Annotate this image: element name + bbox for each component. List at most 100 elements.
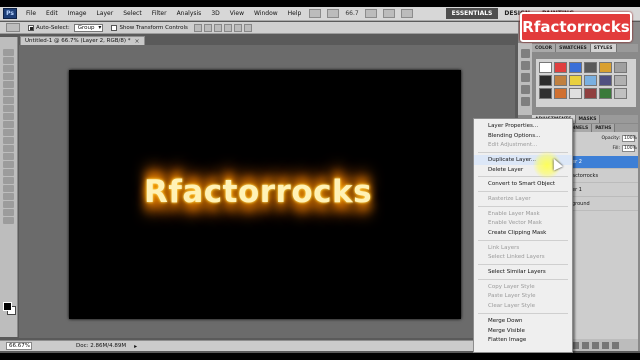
menu-analysis[interactable]: Analysis bbox=[172, 10, 207, 17]
fill-field[interactable]: 100% bbox=[622, 145, 637, 152]
delete-layer-icon[interactable] bbox=[611, 341, 619, 349]
style-swatch[interactable] bbox=[539, 75, 552, 86]
menu-layer[interactable]: Layer bbox=[91, 10, 118, 17]
style-swatch[interactable] bbox=[554, 88, 567, 99]
style-swatch[interactable] bbox=[539, 62, 552, 73]
actions-panel-icon[interactable] bbox=[520, 61, 530, 70]
auto-select-checkbox[interactable] bbox=[28, 24, 34, 31]
menu-item-flatten-image[interactable]: Flatten Image bbox=[474, 335, 572, 345]
healing-brush-tool-icon[interactable] bbox=[3, 97, 14, 104]
adjustment-layer-icon[interactable] bbox=[581, 341, 589, 349]
shape-tool-icon[interactable] bbox=[3, 185, 14, 192]
document-tab[interactable]: Untitled-1 @ 66.7% (Layer 2, RGB/8) * × bbox=[20, 36, 145, 45]
style-swatch[interactable] bbox=[554, 62, 567, 73]
hand-tool-icon[interactable] bbox=[364, 9, 377, 18]
tab-paths[interactable]: PATHS bbox=[592, 124, 616, 132]
menu-help[interactable]: Help bbox=[283, 10, 307, 17]
style-swatch[interactable] bbox=[539, 88, 552, 99]
tab-masks[interactable]: MASKS bbox=[575, 115, 601, 123]
image-canvas[interactable]: Rfactorrocks bbox=[69, 70, 461, 319]
style-swatch[interactable] bbox=[554, 75, 567, 86]
pen-tool-icon[interactable] bbox=[3, 161, 14, 168]
align-top-icon[interactable] bbox=[193, 23, 202, 32]
3d-orbit-tool-icon[interactable] bbox=[3, 201, 14, 208]
menu-item-blending-options[interactable]: Blending Options... bbox=[474, 131, 572, 141]
crop-tool-icon[interactable] bbox=[3, 81, 14, 88]
3d-rotate-tool-icon[interactable] bbox=[3, 193, 14, 200]
tab-color[interactable]: COLOR bbox=[532, 44, 557, 52]
menu-window[interactable]: Window bbox=[249, 10, 283, 17]
brushes-panel-icon[interactable] bbox=[520, 73, 530, 82]
foreground-color-swatch[interactable] bbox=[3, 302, 12, 311]
zoom-level[interactable]: 66.7 bbox=[342, 10, 361, 17]
style-swatch[interactable] bbox=[614, 62, 627, 73]
style-swatch[interactable] bbox=[599, 88, 612, 99]
menu-filter[interactable]: Filter bbox=[147, 10, 172, 17]
tab-styles[interactable]: STYLES bbox=[590, 44, 617, 52]
new-layer-icon[interactable] bbox=[601, 341, 609, 349]
opacity-field[interactable]: 100% bbox=[622, 135, 637, 142]
new-group-icon[interactable] bbox=[591, 341, 599, 349]
character-panel-icon[interactable] bbox=[520, 85, 530, 94]
layer-name: er 1 bbox=[572, 187, 582, 193]
style-swatch[interactable] bbox=[569, 75, 582, 86]
menu-edit[interactable]: Edit bbox=[41, 10, 63, 17]
menu-item-layer-properties[interactable]: Layer Properties... bbox=[474, 121, 572, 131]
zoom-tool-icon[interactable] bbox=[382, 9, 395, 18]
style-swatch[interactable] bbox=[599, 75, 612, 86]
mini-bridge-icon[interactable] bbox=[327, 9, 340, 18]
style-swatch[interactable] bbox=[569, 62, 582, 73]
menu-item-convert-to-smart-object[interactable]: Convert to Smart Object bbox=[474, 179, 572, 189]
show-transform-checkbox[interactable] bbox=[111, 24, 118, 31]
dodge-tool-icon[interactable] bbox=[3, 153, 14, 160]
style-swatch[interactable] bbox=[614, 75, 627, 86]
close-icon[interactable]: × bbox=[135, 38, 140, 45]
clone-stamp-tool-icon[interactable] bbox=[3, 113, 14, 120]
brush-tool-icon[interactable] bbox=[3, 105, 14, 112]
menu-file[interactable]: File bbox=[21, 10, 41, 17]
menu-item-create-clipping-mask[interactable]: Create Clipping Mask bbox=[474, 228, 572, 238]
align-middle-icon[interactable] bbox=[203, 23, 212, 32]
auto-select-dropdown[interactable]: Group bbox=[73, 23, 104, 32]
path-select-tool-icon[interactable] bbox=[3, 177, 14, 184]
menu-image[interactable]: Image bbox=[63, 10, 92, 17]
zoom-tool-icon[interactable] bbox=[3, 217, 14, 224]
workspace-essentials[interactable]: ESSENTIALS bbox=[445, 8, 499, 19]
menu-item-merge-visible[interactable]: Merge Visible bbox=[474, 326, 572, 336]
bridge-icon[interactable] bbox=[309, 9, 322, 18]
move-tool-icon[interactable] bbox=[3, 49, 14, 56]
marquee-tool-icon[interactable] bbox=[3, 57, 14, 64]
tab-swatches[interactable]: SWATCHES bbox=[556, 44, 591, 52]
gradient-tool-icon[interactable] bbox=[3, 137, 14, 144]
paragraph-panel-icon[interactable] bbox=[520, 97, 530, 106]
lasso-tool-icon[interactable] bbox=[3, 65, 14, 72]
style-swatch[interactable] bbox=[569, 88, 582, 99]
history-brush-tool-icon[interactable] bbox=[3, 121, 14, 128]
align-center-icon[interactable] bbox=[233, 23, 242, 32]
menu-item-merge-down[interactable]: Merge Down bbox=[474, 316, 572, 326]
type-tool-icon[interactable] bbox=[3, 169, 14, 176]
blur-tool-icon[interactable] bbox=[3, 145, 14, 152]
menu-item-select-similar-layers[interactable]: Select Similar Layers bbox=[474, 267, 572, 277]
history-panel-icon[interactable] bbox=[520, 49, 530, 58]
style-swatch[interactable] bbox=[584, 62, 597, 73]
status-zoom-field[interactable]: 66.67% bbox=[6, 342, 32, 350]
hand-tool-icon[interactable] bbox=[3, 209, 14, 216]
menu-3d[interactable]: 3D bbox=[206, 10, 224, 17]
arrange-documents-icon[interactable] bbox=[400, 9, 413, 18]
style-swatch[interactable] bbox=[599, 62, 612, 73]
align-left-icon[interactable] bbox=[223, 23, 232, 32]
quick-select-tool-icon[interactable] bbox=[3, 73, 14, 80]
eraser-tool-icon[interactable] bbox=[3, 129, 14, 136]
menu-select[interactable]: Select bbox=[118, 10, 147, 17]
move-tool-preset-icon[interactable] bbox=[6, 23, 20, 32]
layer-name: er 2 bbox=[572, 159, 582, 165]
status-menu-arrow-icon[interactable]: ▸ bbox=[134, 343, 137, 350]
align-right-icon[interactable] bbox=[243, 23, 252, 32]
style-swatch[interactable] bbox=[584, 88, 597, 99]
menu-view[interactable]: View bbox=[225, 10, 249, 17]
style-swatch[interactable] bbox=[614, 88, 627, 99]
eyedropper-tool-icon[interactable] bbox=[3, 89, 14, 96]
style-swatch[interactable] bbox=[584, 75, 597, 86]
align-bottom-icon[interactable] bbox=[213, 23, 222, 32]
